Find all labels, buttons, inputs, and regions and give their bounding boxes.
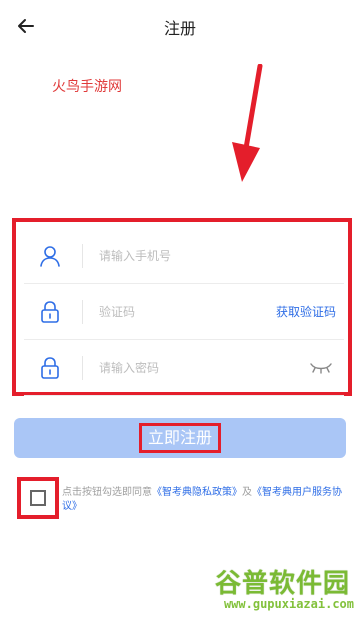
agreement-checkbox[interactable] (17, 477, 59, 519)
password-row (24, 340, 344, 396)
register-form: 获取验证码 (12, 218, 352, 396)
divider (82, 355, 83, 380)
get-code-button[interactable]: 获取验证码 (276, 303, 336, 320)
agreement-prefix: 点击按钮勾选即同意 (62, 487, 152, 498)
divider (82, 299, 83, 324)
page-title: 注册 (163, 19, 196, 38)
register-button[interactable]: 立即注册 (14, 418, 346, 458)
watermark-bottom-text: 谷普软件园 (214, 569, 350, 599)
watermark-top: 火鸟手游网 (52, 79, 122, 95)
password-input[interactable] (97, 350, 304, 385)
phone-input[interactable] (97, 238, 344, 273)
register-button-label: 立即注册 (138, 423, 221, 453)
privacy-policy-link[interactable]: 《智考典隐私政策》 (152, 487, 242, 498)
phone-row (24, 228, 344, 284)
code-row: 获取验证码 (24, 284, 344, 340)
annotation-arrow-icon (232, 64, 263, 182)
register-page: 注册 火鸟手游网 请输入手机号 验证码 获取验证码 立即注册 点击按钮勾选即同意… (0, 0, 360, 621)
code-input[interactable] (97, 294, 276, 329)
eye-closed-icon[interactable] (304, 356, 338, 380)
checkbox-square (30, 490, 46, 506)
agreement-and: 及 (242, 487, 252, 498)
header: 注册 (0, 0, 360, 48)
agreement-text: 点击按钮勾选即同意《智考典隐私政策》及《智考典用户服务协议》 (62, 486, 348, 514)
user-icon (30, 236, 70, 276)
lock-icon (30, 348, 70, 388)
watermark-bottom: 谷普软件园 www.gupuxiazai.com (184, 561, 354, 617)
lock-icon (30, 292, 70, 332)
divider (82, 243, 83, 268)
watermark-bottom-url: www.gupuxiazai.com (223, 597, 354, 611)
